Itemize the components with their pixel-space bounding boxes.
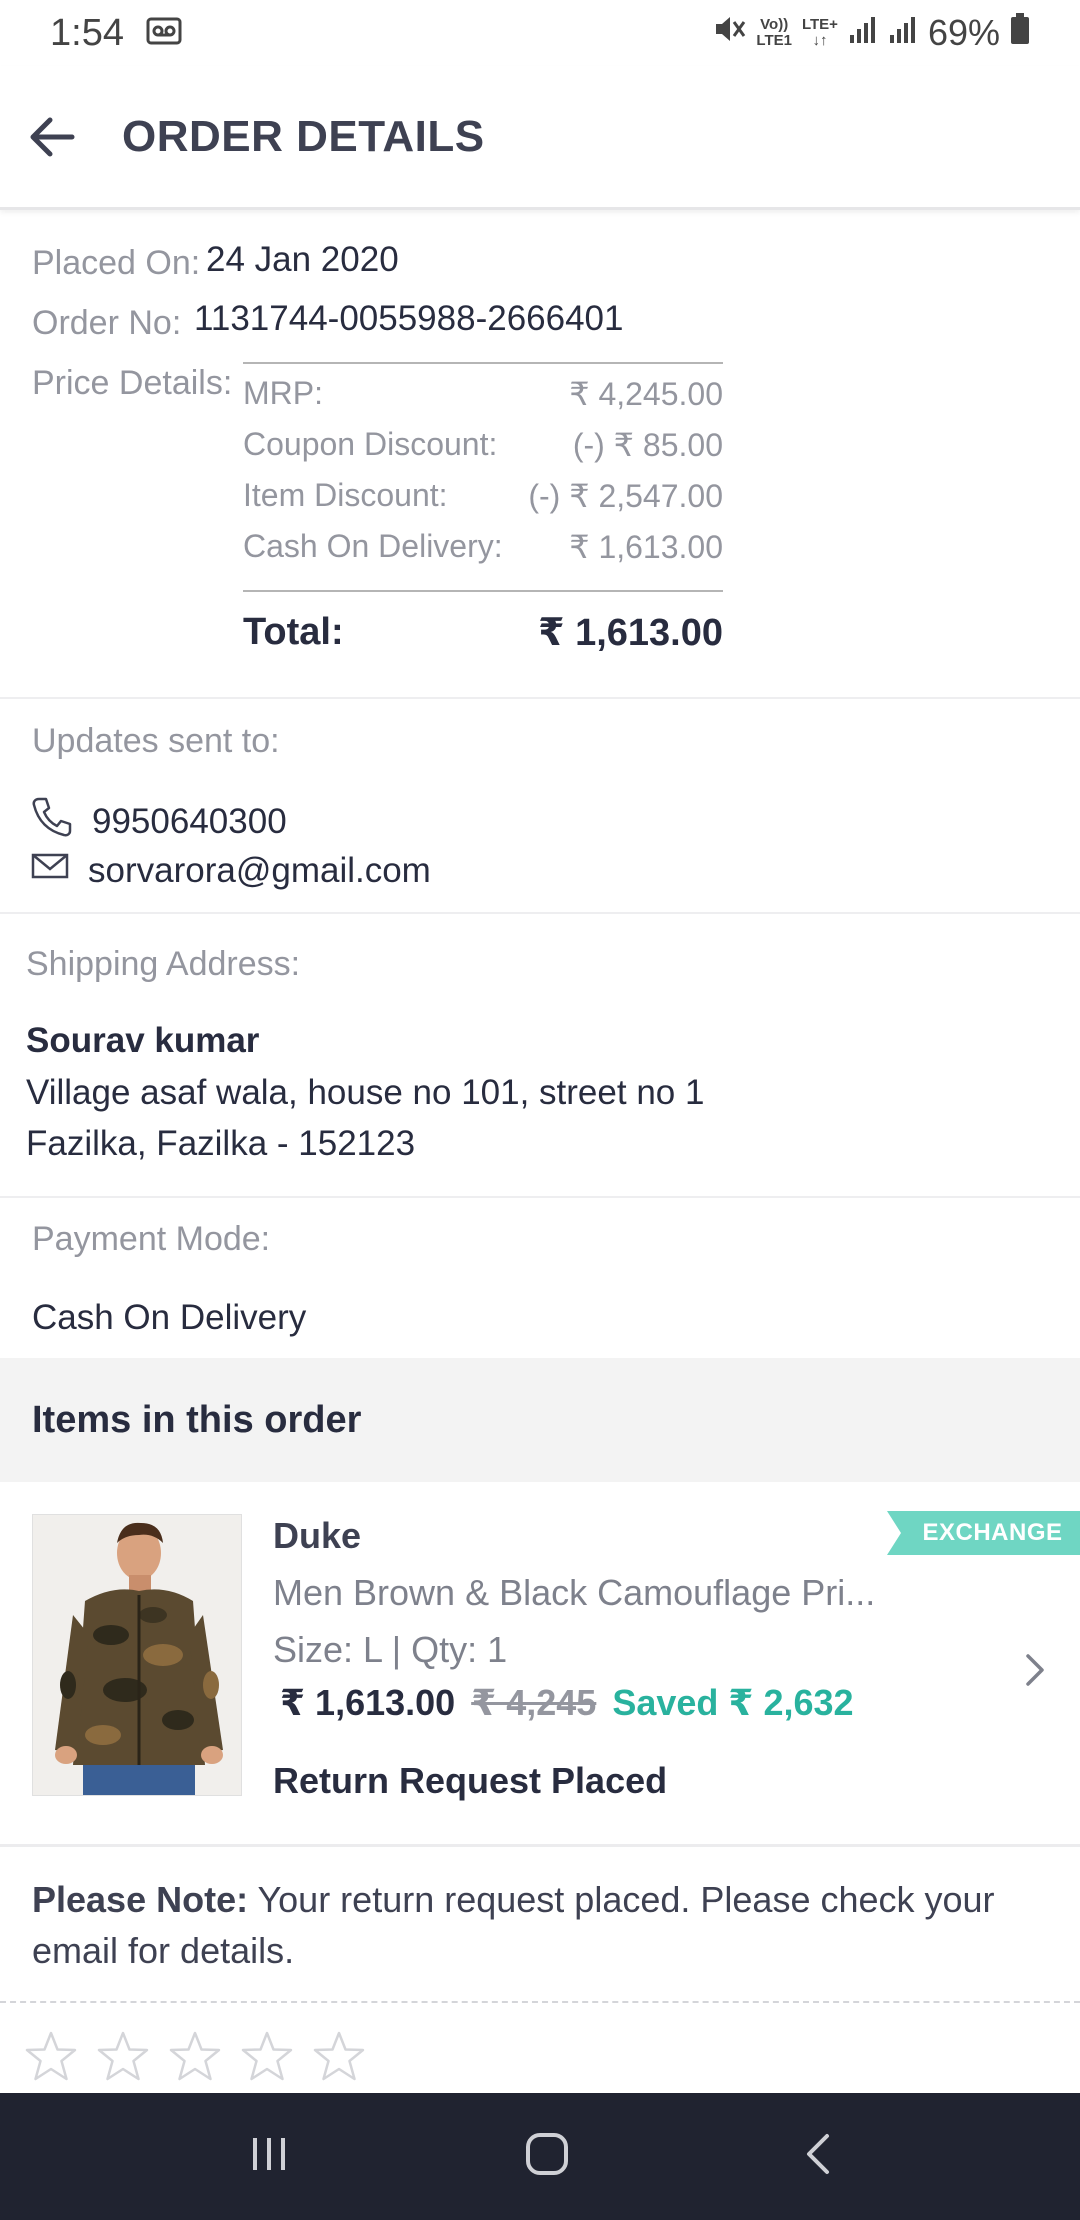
payment-value: Cash On Delivery [32,1298,307,1337]
price-row-value: ₹ 1,613.00 [569,528,723,565]
lte1-label: LTE1 [756,32,792,49]
product-mrp: ₹ 4,245 [471,1682,597,1723]
page-title: ORDER DETAILS [122,111,485,161]
star-icon[interactable] [312,2030,366,2089]
note-title: Please Note: [32,1879,249,1920]
star-icon[interactable] [168,2030,222,2089]
price-total-row: Total: ₹ 1,613.00 [243,592,723,672]
price-row-mrp: MRP: ₹ 4,245.00 [243,368,723,419]
product-price: ₹ 1,613.00 [280,1682,456,1723]
shipping-line1: Village asaf wala, house no 101, street … [26,1073,705,1112]
payment-label: Payment Mode: [32,1220,271,1258]
shipping-line2: Fazilka, Fazilka - 152123 [26,1124,416,1163]
divider [0,1196,1080,1198]
price-row-value: (-) ₹ 2,547.00 [528,477,723,514]
product-savings: Saved ₹ 2,632 [612,1682,854,1723]
star-icon[interactable] [240,2030,294,2089]
price-details-table: MRP: ₹ 4,245.00 Coupon Discount: (-) ₹ 8… [243,362,723,672]
mail-icon [30,850,88,891]
signal-icon-2 [888,12,918,54]
exchange-badge-label: EXCHANGE [922,1519,1063,1546]
phone-row: 9950640300 [30,795,287,848]
price-row-value: ₹ 4,245.00 [569,375,723,412]
exchange-badge: EXCHANGE [887,1511,1080,1555]
volte-label: Vo)) [760,16,789,33]
mute-icon [712,12,746,55]
rating-stars[interactable] [24,2030,366,2089]
items-header: Items in this order [0,1358,1080,1482]
placed-on-label: Placed On: [32,244,201,282]
product-size-qty: Size: L | Qty: 1 [273,1629,508,1670]
system-nav-bar [0,2093,1080,2220]
chevron-right-icon[interactable] [1022,1650,1048,1695]
return-note: Please Note: Your return request placed.… [32,1874,1052,1976]
app-bar: ORDER DETAILS [0,66,1080,210]
product-name: Men Brown & Black Camouflage Pri... [273,1572,876,1613]
price-details-label: Price Details: [32,364,233,402]
product-price-row: ₹ 1,613.00 ₹ 4,245 Saved ₹ 2,632 [280,1682,854,1724]
divider [0,1844,1080,1847]
email-row: sorvarora@gmail.com [30,850,431,891]
price-row-label: Item Discount: [243,477,448,513]
divider [0,697,1080,699]
star-icon[interactable] [24,2030,78,2089]
star-icon[interactable] [96,2030,150,2089]
back-arrow-icon[interactable] [28,112,78,162]
lte-indicator: LTE+ ↓↑ [802,17,838,49]
status-bar: 1:54 Vo)) LTE1 LTE+ ↓↑ 69% [0,0,1080,66]
price-row-coupon: Coupon Discount: (-) ₹ 85.00 [243,419,723,470]
home-icon[interactable] [524,2131,570,2182]
order-no-value: 1131744-0055988-2666401 [194,299,624,338]
price-row-value: (-) ₹ 85.00 [572,426,723,463]
updates-label: Updates sent to: [32,722,280,760]
placed-on-value: 24 Jan 2020 [206,240,399,279]
price-row-label: MRP: [243,375,323,411]
dashed-divider [0,2001,1080,2003]
order-no-label: Order No: [32,304,182,342]
email-address: sorvarora@gmail.com [88,850,431,890]
volte-indicator: Vo)) LTE1 [756,17,792,49]
shipping-label: Shipping Address: [26,945,301,983]
status-time: 1:54 [50,11,124,54]
price-row-label: Cash On Delivery: [243,528,503,564]
phone-icon [30,795,92,848]
recent-apps-icon[interactable] [247,2134,291,2179]
price-row-item-discount: Item Discount: (-) ₹ 2,547.00 [243,470,723,521]
items-header-label: Items in this order [32,1398,362,1441]
phone-number: 9950640300 [92,801,287,841]
divider [0,912,1080,914]
voicemail-icon [146,12,182,55]
price-row-label: Coupon Discount: [243,426,498,462]
data-arrows: ↓↑ [812,32,828,49]
battery-percent: 69% [927,12,1000,53]
battery-icon [1010,12,1030,54]
total-value: ₹ 1,613.00 [538,611,723,654]
product-image[interactable] [32,1514,242,1796]
item-status: Return Request Placed [273,1760,668,1801]
signal-icon [848,12,878,54]
lte-plus-label: LTE+ [801,16,838,33]
back-nav-icon[interactable] [803,2132,833,2181]
shipping-name: Sourav kumar [26,1021,260,1060]
price-row-cod: Cash On Delivery: ₹ 1,613.00 [243,521,723,572]
total-label: Total: [243,610,344,653]
product-brand: Duke [273,1515,362,1556]
